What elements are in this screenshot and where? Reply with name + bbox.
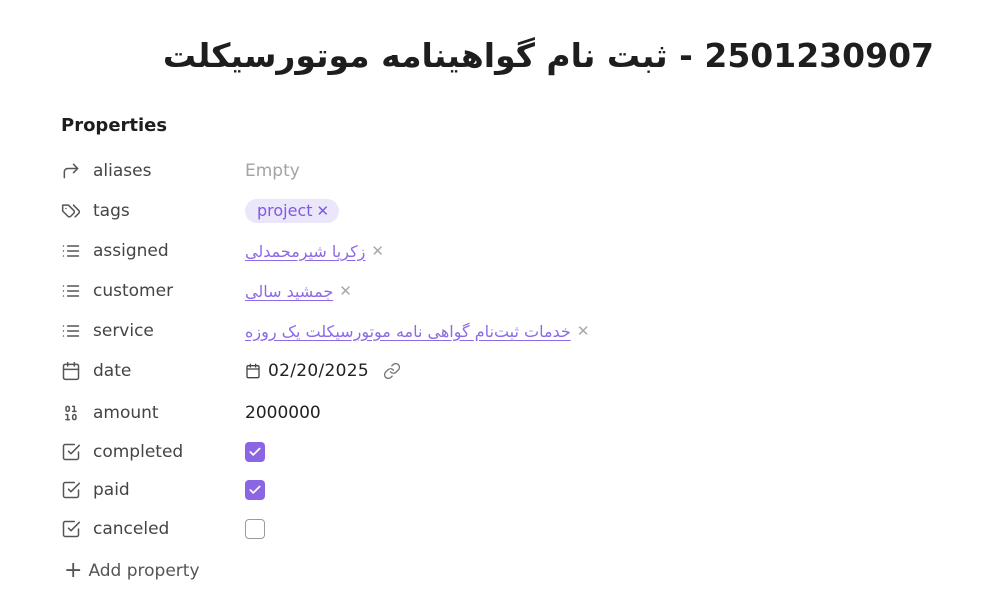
tags-icon [60, 200, 82, 222]
paid-checkbox[interactable] [245, 480, 265, 500]
property-key-paid[interactable]: paid [60, 479, 245, 501]
completed-checkbox[interactable] [245, 442, 265, 462]
remove-assigned-button[interactable]: ✕ [371, 242, 384, 260]
arrow-right-icon [60, 160, 82, 182]
customer-link[interactable]: جمشید سالی [245, 282, 333, 301]
checkbox-icon [60, 479, 82, 501]
property-label: customer [93, 281, 174, 301]
binary-icon [60, 402, 82, 424]
property-row-service: service خدمات ثبت‌نام گواهی نامه موتورسی… [60, 316, 960, 346]
remove-customer-button[interactable]: ✕ [339, 282, 352, 300]
assigned-link[interactable]: زکریا شیرمحمدلی [245, 242, 365, 261]
property-row-tags: tags project ✕ [60, 196, 960, 226]
property-row-completed: completed [60, 437, 960, 467]
service-link[interactable]: خدمات ثبت‌نام گواهی نامه موتورسیکلت یک ر… [245, 322, 571, 341]
property-label: paid [93, 480, 130, 500]
property-row-assigned: assigned زکریا شیرمحمدلی ✕ [60, 236, 960, 266]
property-key-amount[interactable]: amount [60, 402, 245, 424]
property-row-amount: amount 2000000 [60, 398, 960, 428]
checkbox-icon [60, 441, 82, 463]
add-property-button[interactable]: + Add property [64, 560, 200, 582]
property-key-assigned[interactable]: assigned [60, 240, 245, 262]
property-label: completed [93, 442, 184, 462]
add-property-label: Add property [88, 561, 200, 581]
property-key-aliases[interactable]: aliases [60, 160, 245, 182]
aliases-value[interactable]: Empty [245, 161, 300, 181]
page-title[interactable]: 2501230907 - ثبت نام گواهینامه موتورسیکل… [163, 36, 934, 75]
property-key-tags[interactable]: tags [60, 200, 245, 222]
link-icon[interactable] [383, 362, 401, 380]
property-label: tags [93, 201, 130, 221]
property-label: amount [93, 403, 159, 423]
date-value[interactable]: 02/20/2025 [268, 361, 369, 381]
property-label: assigned [93, 241, 169, 261]
property-key-completed[interactable]: completed [60, 441, 245, 463]
remove-service-button[interactable]: ✕ [577, 322, 590, 340]
property-row-aliases: aliases Empty [60, 156, 960, 186]
property-label: date [93, 361, 132, 381]
canceled-checkbox[interactable] [245, 519, 265, 539]
property-key-canceled[interactable]: canceled [60, 518, 245, 540]
property-label: aliases [93, 161, 152, 181]
property-key-service[interactable]: service [60, 320, 245, 342]
tag-label: project [257, 201, 313, 220]
properties-heading: Properties [61, 115, 168, 136]
property-label: canceled [93, 519, 170, 539]
property-key-date[interactable]: date [60, 360, 245, 382]
plus-icon: + [64, 558, 83, 583]
calendar-icon [60, 360, 82, 382]
list-icon [60, 240, 82, 262]
checkbox-icon [60, 518, 82, 540]
list-icon [60, 320, 82, 342]
list-icon [60, 280, 82, 302]
property-row-canceled: canceled [60, 514, 960, 544]
date-input[interactable]: 02/20/2025 [245, 361, 401, 381]
remove-tag-button[interactable]: ✕ [317, 202, 330, 220]
calendar-icon[interactable] [245, 363, 261, 379]
property-row-paid: paid [60, 475, 960, 505]
property-row-customer: customer جمشید سالی ✕ [60, 276, 960, 306]
tag-chip[interactable]: project ✕ [245, 199, 340, 223]
amount-value[interactable]: 2000000 [245, 403, 321, 423]
property-row-date: date 02/20/2025 [60, 356, 960, 386]
property-label: service [93, 321, 154, 341]
property-key-customer[interactable]: customer [60, 280, 245, 302]
